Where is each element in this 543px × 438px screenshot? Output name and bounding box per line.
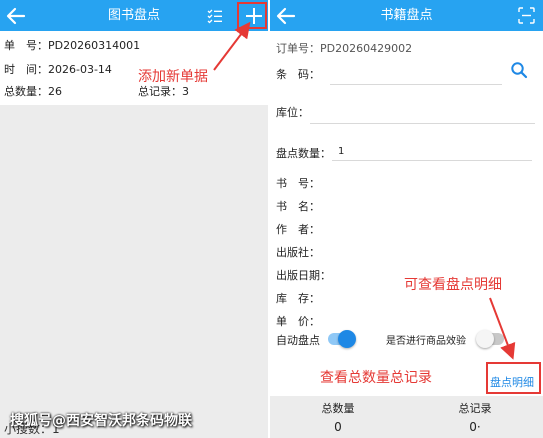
auto-count-label: 自动盘点 [276,334,320,347]
order-number-row: 单 号：PD20260314001 [4,38,140,54]
auto-count-toggle[interactable] [328,330,356,348]
total-records-row: 总记录：3 [138,84,189,100]
detail-link-highlight-box [486,362,541,394]
total-records-label: 总记录： [138,85,182,98]
order-number-value: PD20260314001 [48,39,141,52]
product-verify-label: 是否进行商品效验 [386,336,466,347]
checklist-icon[interactable] [206,7,224,25]
right-page-title: 书籍盘点 [380,8,433,23]
publish-date-label: 出版日期： [276,269,331,282]
summary-quantity: 总数量 0 [270,396,406,438]
summary-footer: 总数量 0 总记录 0· [270,396,543,438]
annotation-view-total: 查看总数量总记录 [320,370,432,386]
time-label: 时 间： [4,63,48,76]
left-title-bar: 图书盘点 [0,0,268,31]
location-label: 库位： [276,106,309,119]
book-number-label: 书 号： [276,177,320,190]
watermark: 搜狐号@西安智沃邦条码物联 [10,413,192,429]
price-label: 单 价： [276,315,320,328]
count-quantity-label: 盘点数量： [276,147,331,160]
time-value: 2026-03-14 [48,63,112,76]
inventory-order-card[interactable]: 单 号：PD20260314001 时 间：2026-03-14 总数量：26 … [0,31,268,105]
barcode-underline [330,84,502,85]
total-quantity-label: 总数量： [4,85,48,98]
scan-icon[interactable] [518,7,535,24]
count-quantity-input[interactable]: 1 [332,142,532,162]
summary-records: 总记录 0· [407,396,543,438]
location-input[interactable] [310,102,535,122]
product-verify-toggle-knob [476,330,494,348]
order-number-field: 订单号：PD20260429002 [276,40,412,56]
total-quantity-value: 26 [48,85,62,98]
total-records-value: 3 [182,85,189,98]
summary-records-value: 0· [469,420,481,434]
barcode-input[interactable] [330,62,500,82]
book-name-label: 书 名： [276,200,320,213]
auto-count-toggle-knob [338,330,356,348]
time-row: 时 间：2026-03-14 [4,62,112,78]
author-label: 作 者： [276,223,320,236]
annotation-add-new: 添加新单据 [138,69,208,85]
back-arrow-icon[interactable] [4,4,28,28]
back-arrow-icon[interactable] [274,4,298,28]
summary-quantity-value: 0 [334,420,342,434]
annotation-view-detail: 可查看盘点明细 [404,277,502,293]
order-number-label: 订单号： [276,42,320,55]
total-quantity-row: 总数量：26 [4,84,62,100]
add-button-highlight-box [237,2,267,29]
publisher-label: 出版社： [276,246,320,259]
barcode-label: 条 码： [276,68,320,81]
right-title-bar: 书籍盘点 [270,0,543,31]
count-quantity-value: 1 [338,146,345,157]
stock-label: 库 存： [276,292,320,305]
order-number-label: 单 号： [4,39,48,52]
search-icon[interactable] [510,61,528,79]
product-verify-toggle[interactable] [476,330,504,348]
summary-records-label: 总记录 [458,402,492,415]
location-underline [310,123,535,124]
count-quantity-underline [332,160,532,161]
book-inventory-list-screen: 图书盘点 单 号：PD20260314001 时 间：2026-03-14 总数… [0,0,268,438]
order-number-value: PD20260429002 [320,42,413,55]
left-page-title: 图书盘点 [107,8,160,23]
summary-quantity-label: 总数量 [321,402,355,415]
